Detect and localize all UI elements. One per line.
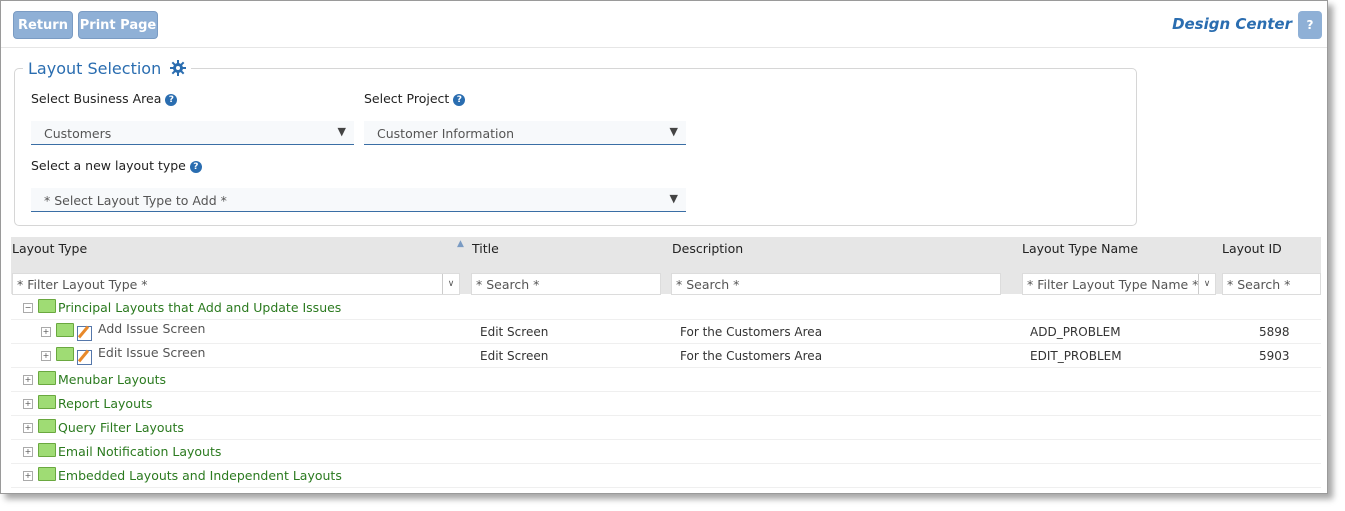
column-header-label: Description — [672, 241, 744, 256]
cell-layout-type-name: ADD_PROBLEM — [1030, 325, 1121, 339]
chevron-down-icon: ▼ — [669, 125, 678, 138]
business-area-select[interactable]: Customers ▼ — [31, 121, 354, 145]
help-icon[interactable]: ? — [1298, 11, 1322, 39]
business-area-value: Customers — [44, 126, 112, 141]
folder-icon — [38, 395, 56, 409]
filter-placeholder: * Search * — [1227, 277, 1291, 292]
business-area-label: Select Business Area? — [31, 91, 178, 106]
cell-layout-id: 5898 — [1259, 325, 1290, 339]
layout-selection-legend: Layout Selection — [23, 59, 192, 78]
search-title[interactable]: * Search * — [471, 273, 661, 295]
cell-description: For the Customers Area — [680, 349, 823, 363]
search-description[interactable]: * Search * — [671, 273, 1001, 295]
folder-icon — [38, 371, 56, 385]
expand-icon[interactable]: + — [23, 423, 33, 433]
folder-icon — [56, 347, 74, 361]
tree-group-row[interactable]: + Embedded Layouts and Independent Layou… — [11, 463, 1321, 488]
tree-group-row[interactable]: − Principal Layouts that Add and Update … — [11, 295, 1321, 320]
layout-type-label-text: Select a new layout type — [31, 158, 186, 173]
filter-placeholder: * Search * — [676, 277, 740, 292]
project-label: Select Project? — [364, 91, 466, 106]
design-center-window: Return Print Page Design Center ? Layout… — [0, 0, 1328, 494]
table-row[interactable]: + Add Issue Screen Edit Screen For the C… — [11, 319, 1321, 344]
filter-placeholder: * Search * — [476, 277, 540, 292]
tree-group-label[interactable]: Embedded Layouts and Independent Layouts — [58, 468, 342, 483]
collapse-icon[interactable]: − — [23, 303, 33, 313]
project-value: Customer Information — [377, 126, 515, 141]
layout-type-value: * Select Layout Type to Add * — [44, 193, 227, 208]
gear-icon[interactable] — [170, 60, 187, 76]
tree-group-row[interactable]: + Menubar Layouts — [11, 367, 1321, 392]
tree-group-row[interactable]: + Report Layouts — [11, 391, 1321, 416]
search-layout-id[interactable]: * Search * — [1222, 273, 1321, 295]
column-header-label: Layout Type — [12, 241, 88, 256]
filter-layout-type-name[interactable]: * Filter Layout Type Name * ∨ — [1022, 273, 1216, 295]
filter-placeholder: * Filter Layout Type * — [17, 277, 148, 292]
tree-group-label[interactable]: Query Filter Layouts — [58, 420, 184, 435]
project-select[interactable]: Customer Information ▼ — [364, 121, 686, 145]
chevron-down-icon[interactable]: ∨ — [1198, 274, 1215, 294]
folder-icon — [56, 323, 74, 337]
column-header-label: Layout ID — [1222, 241, 1282, 256]
tree-item-label[interactable]: Edit Issue Screen — [98, 345, 205, 360]
filter-placeholder: * Filter Layout Type Name * — [1027, 277, 1199, 292]
edit-layout-icon[interactable] — [77, 350, 92, 365]
return-button[interactable]: Return — [13, 11, 73, 39]
column-header-layout-id[interactable]: Layout ID — [1221, 237, 1321, 270]
cell-title: Edit Screen — [480, 325, 549, 339]
expand-icon[interactable]: + — [41, 351, 51, 361]
column-header-title[interactable]: Title — [471, 237, 671, 270]
chevron-down-icon[interactable]: ∨ — [442, 274, 459, 294]
layout-type-label: Select a new layout type? — [31, 158, 202, 173]
tree-group-label[interactable]: Principal Layouts that Add and Update Is… — [58, 300, 341, 315]
cell-layout-type-name: EDIT_PROBLEM — [1030, 349, 1122, 363]
tree-item-label[interactable]: Add Issue Screen — [98, 321, 205, 336]
sort-asc-icon: ▲ — [457, 239, 464, 249]
column-header-description[interactable]: Description — [671, 237, 1021, 270]
column-header-layout-type[interactable]: Layout Type ▲ — [11, 237, 471, 270]
tree-group-row[interactable]: + Query Filter Layouts — [11, 415, 1321, 440]
help-icon[interactable]: ? — [453, 94, 466, 106]
column-header-label: Title — [472, 241, 499, 256]
folder-icon — [38, 443, 56, 457]
cell-layout-id: 5903 — [1259, 349, 1290, 363]
print-page-button[interactable]: Print Page — [78, 11, 158, 39]
edit-layout-icon[interactable] — [77, 326, 92, 341]
business-area-label-text: Select Business Area — [31, 91, 162, 106]
folder-icon — [38, 467, 56, 481]
expand-icon[interactable]: + — [23, 447, 33, 457]
toolbar: Return Print Page Design Center ? — [1, 1, 1327, 48]
table-row[interactable]: + Edit Issue Screen Edit Screen For the … — [11, 343, 1321, 368]
column-header-layout-type-name[interactable]: Layout Type Name — [1021, 237, 1221, 270]
folder-icon — [38, 299, 56, 313]
filter-layout-type[interactable]: * Filter Layout Type * ∨ — [12, 273, 460, 295]
legend-text: Layout Selection — [28, 59, 162, 78]
app-title: Design Center — [1172, 15, 1292, 33]
expand-icon[interactable]: + — [41, 327, 51, 337]
layout-type-select[interactable]: * Select Layout Type to Add * ▼ — [31, 188, 686, 212]
cell-title: Edit Screen — [480, 349, 549, 363]
expand-icon[interactable]: + — [23, 471, 33, 481]
folder-icon — [38, 419, 56, 433]
tree-group-label[interactable]: Email Notification Layouts — [58, 444, 221, 459]
column-header-label: Layout Type Name — [1022, 241, 1139, 256]
expand-icon[interactable]: + — [23, 399, 33, 409]
help-icon[interactable]: ? — [165, 94, 178, 106]
tree-group-label[interactable]: Menubar Layouts — [58, 372, 166, 387]
expand-icon[interactable]: + — [23, 375, 33, 385]
project-label-text: Select Project — [364, 91, 450, 106]
chevron-down-icon: ▼ — [669, 192, 678, 205]
help-icon[interactable]: ? — [189, 161, 202, 173]
tree-group-label[interactable]: Report Layouts — [58, 396, 152, 411]
cell-description: For the Customers Area — [680, 325, 823, 339]
tree-group-row[interactable]: + Email Notification Layouts — [11, 439, 1321, 464]
chevron-down-icon: ▼ — [337, 125, 346, 138]
